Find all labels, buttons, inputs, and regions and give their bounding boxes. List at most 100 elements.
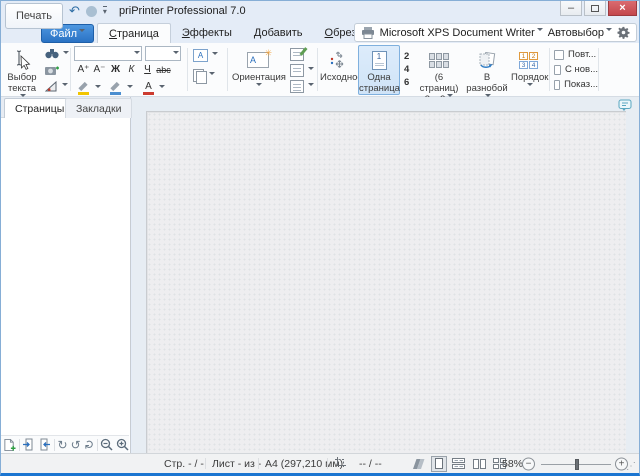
- maximize-icon: [591, 4, 599, 12]
- statusbar: Стр. - / - Лист - из - A4 (297,210 мм) -…: [1, 453, 639, 473]
- italic-button[interactable]: К: [124, 63, 139, 77]
- bold-button[interactable]: Ж: [108, 63, 123, 77]
- ribbon-tab-row: Файл Страница Эффекты Добавить Обрезка Ф…: [1, 23, 639, 43]
- order-icon: 1 2 3 4: [519, 51, 538, 69]
- original-layout-icon: [320, 48, 355, 72]
- watermark-button[interactable]: А: [191, 47, 225, 63]
- original-layout-button[interactable]: Исходное: [319, 45, 363, 95]
- pages-preset-list: 2 4 6: [404, 46, 409, 92]
- view-book-button[interactable]: [411, 456, 427, 472]
- group-selection: Выбор текста: [3, 43, 69, 97]
- zoom-slider-thumb[interactable]: [575, 458, 579, 470]
- crop-marks-button[interactable]: [334, 456, 347, 472]
- printer-icon: [361, 26, 374, 39]
- preset-2-pages[interactable]: 2: [404, 51, 409, 62]
- select-text-button[interactable]: Выбор текста: [3, 45, 41, 95]
- tab-bookmarks[interactable]: Закладки: [65, 98, 133, 118]
- move-page-up-button[interactable]: [22, 437, 35, 452]
- workspace: Страницы Закладки ↻ ↺ ↻: [1, 97, 639, 453]
- paper-mode-dropdown[interactable]: Автовыбор: [548, 27, 612, 39]
- zoom-out-button[interactable]: −: [522, 457, 535, 470]
- pen-style-button[interactable]: [108, 80, 135, 96]
- qat-customize-icon[interactable]: ▾: [102, 6, 107, 16]
- undo-icon[interactable]: ↶: [69, 4, 80, 18]
- view-single-page-button[interactable]: [431, 455, 447, 472]
- shrink-font-button[interactable]: А⁻: [92, 63, 107, 77]
- page-arrow-right-icon: [40, 438, 51, 451]
- file-menu-label: Файл: [49, 27, 78, 40]
- pages-copy-icon: [193, 68, 207, 84]
- font-color-button[interactable]: А: [140, 80, 167, 96]
- continuous-view-icon: [452, 457, 465, 469]
- ribbon: Выбор текста А⁺ А⁻ Ж К Ч abc А А A ✳ Ори…: [1, 43, 639, 105]
- highlight-button[interactable]: [76, 80, 103, 96]
- select-text-icon: [4, 48, 40, 72]
- close-button[interactable]: ×: [608, 1, 637, 16]
- checkbox-new-page[interactable]: С нов...: [554, 62, 598, 77]
- page-margins-button[interactable]: [288, 78, 316, 94]
- highlighter-icon: [78, 82, 91, 95]
- ruler-icon: [45, 80, 57, 91]
- copies-button[interactable]: [191, 67, 225, 84]
- grow-font-button[interactable]: А⁺: [76, 63, 91, 77]
- underline-button[interactable]: Ч: [140, 63, 155, 77]
- maximize-button[interactable]: [584, 1, 606, 16]
- orientation-icon: A ✳: [247, 49, 272, 68]
- minimize-button[interactable]: –: [560, 1, 582, 16]
- page-setup-button[interactable]: [288, 46, 316, 62]
- strikethrough-button[interactable]: abc: [156, 63, 171, 77]
- checkbox-show[interactable]: Показ...: [554, 77, 598, 92]
- page-size-button[interactable]: [288, 62, 316, 78]
- resize-grip[interactable]: ⋰: [626, 461, 636, 472]
- preview-canvas[interactable]: [132, 97, 639, 453]
- checkbox-repeat[interactable]: Повт...: [554, 47, 598, 62]
- add-page-icon: [4, 438, 16, 451]
- page-size-icon: [290, 63, 304, 77]
- rotate-ccw-button[interactable]: ↺: [71, 437, 81, 452]
- orientation-button[interactable]: A ✳ Ориентация: [231, 45, 286, 95]
- notification-bubble-icon[interactable]: [618, 99, 632, 117]
- binoculars-icon: [45, 49, 59, 59]
- zoom-out-thumbnails-button[interactable]: [100, 437, 113, 452]
- view-continuous-button[interactable]: [451, 456, 467, 472]
- group-watermark: А: [191, 43, 225, 97]
- pen-icon: [110, 82, 123, 95]
- tab-effects[interactable]: Эффекты: [171, 23, 243, 43]
- book-view-icon: [413, 458, 425, 469]
- font-size-combobox[interactable]: [145, 46, 181, 61]
- measure-button[interactable]: [43, 78, 71, 94]
- checkbox-icon: [554, 49, 564, 60]
- preset-6-pages[interactable]: 6: [404, 77, 409, 88]
- printer-settings-gear-icon[interactable]: [617, 26, 630, 39]
- zoom-in-thumbnails-button[interactable]: [116, 437, 129, 452]
- six-pages-button[interactable]: (6 страниц) 3 x 2: [415, 45, 463, 105]
- snapshot-button[interactable]: [43, 62, 71, 78]
- find-button[interactable]: [43, 46, 71, 62]
- one-page-icon: 1: [371, 50, 387, 70]
- view-facing-pages-button[interactable]: [471, 456, 487, 472]
- zoom-slider-track[interactable]: [541, 458, 611, 470]
- redo-icon[interactable]: [85, 5, 97, 17]
- move-page-down-button[interactable]: [38, 437, 51, 452]
- printer-selector: Microsoft XPS Document Writer Автовыбор: [353, 23, 637, 42]
- rotate-cw-button[interactable]: ↻: [58, 437, 68, 452]
- shuffle-icon: [466, 48, 508, 72]
- font-name-combobox[interactable]: [74, 46, 142, 61]
- one-page-button[interactable]: 1 Одна страница: [358, 45, 400, 95]
- tab-insert[interactable]: Добавить: [243, 23, 314, 43]
- status-page: Стр. - / -: [164, 457, 204, 470]
- preview-page[interactable]: [146, 111, 626, 453]
- page-edit-icon: [290, 47, 304, 61]
- six-pages-grid-icon: [429, 52, 449, 68]
- magnifier-minus-icon: [100, 438, 113, 451]
- shuffle-button[interactable]: В разнобой: [465, 45, 509, 95]
- tab-page[interactable]: Страница: [97, 23, 171, 43]
- magnifier-plus-icon: [116, 438, 129, 451]
- preset-4-pages[interactable]: 4: [404, 64, 409, 75]
- order-button[interactable]: 1 2 3 4 Порядок: [510, 45, 548, 95]
- add-page-button[interactable]: [3, 437, 16, 452]
- printer-name-dropdown[interactable]: Microsoft XPS Document Writer: [380, 27, 543, 39]
- refresh-button[interactable]: ↻: [81, 439, 96, 449]
- print-button[interactable]: Печать: [5, 3, 63, 29]
- font-color-icon: А: [142, 81, 155, 95]
